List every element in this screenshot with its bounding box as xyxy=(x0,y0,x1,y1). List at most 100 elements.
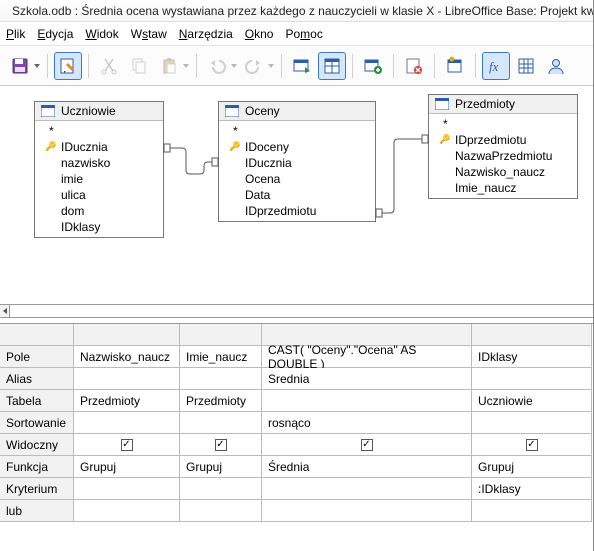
cell-funkcja-3[interactable]: Średnia xyxy=(262,456,472,478)
table-field[interactable]: IDklasy xyxy=(35,219,163,235)
window-title: Szkola.odb : Średnia ocena wystawiana pr… xyxy=(12,4,593,18)
cell-lub-1[interactable] xyxy=(74,500,180,522)
table-field[interactable]: Ocena xyxy=(219,171,375,187)
col-head-4[interactable] xyxy=(472,324,592,346)
col-head-1[interactable] xyxy=(74,324,180,346)
undo-dropdown[interactable] xyxy=(230,64,238,68)
menu-view[interactable]: Widok xyxy=(85,27,118,41)
design-view-button[interactable] xyxy=(318,52,346,80)
cell-lub-2[interactable] xyxy=(180,500,262,522)
menu-help[interactable]: Pomoc xyxy=(285,27,322,41)
table-field[interactable]: Data xyxy=(219,187,375,203)
paste-button[interactable] xyxy=(155,52,183,80)
menu-file[interactable]: Plik xyxy=(6,27,25,41)
rowhead-alias: Alias xyxy=(0,368,74,390)
menu-window[interactable]: Okno xyxy=(245,27,274,41)
menu-edit[interactable]: Edycja xyxy=(37,27,73,41)
table-field[interactable]: Nazwisko_naucz xyxy=(429,164,577,180)
relations-pane[interactable]: Uczniowie *🔑IDucznianazwiskoimieulicadom… xyxy=(0,86,593,304)
save-dropdown[interactable] xyxy=(33,64,41,68)
cell-alias-4[interactable] xyxy=(472,368,592,390)
cell-sort-3[interactable]: rosnąco xyxy=(262,412,472,434)
cell-funkcja-4[interactable]: Grupuj xyxy=(472,456,592,478)
cell-kryt-3[interactable] xyxy=(262,478,472,500)
rowhead-sortowanie: Sortowanie xyxy=(0,412,74,434)
copy-button[interactable] xyxy=(125,52,153,80)
rowhead-lub: lub xyxy=(0,500,74,522)
table-oceny[interactable]: Oceny *🔑IDocenyIDuczniaOcenaDataIDprzedm… xyxy=(218,101,376,222)
table-field[interactable]: * xyxy=(429,116,577,132)
table-field[interactable]: IDucznia xyxy=(219,155,375,171)
cell-sort-4[interactable] xyxy=(472,412,592,434)
cell-sort-1[interactable] xyxy=(74,412,180,434)
table-icon xyxy=(41,105,55,117)
user-button[interactable] xyxy=(542,52,570,80)
svg-text:fx: fx xyxy=(489,59,499,74)
table-field[interactable]: imie xyxy=(35,171,163,187)
edit-mode-button[interactable] xyxy=(54,52,82,80)
cell-kryt-1[interactable] xyxy=(74,478,180,500)
menubar: Plik Edycja Widok Wstaw Narzędzia Okno P… xyxy=(0,22,593,46)
table-przedmioty[interactable]: Przedmioty *🔑IDprzedmiotuNazwaPrzedmiotu… xyxy=(428,94,578,199)
rowhead-funkcja: Funkcja xyxy=(0,456,74,478)
table-field[interactable]: 🔑IDoceny xyxy=(219,139,375,155)
run-query-button[interactable] xyxy=(288,52,316,80)
cell-vis-3[interactable] xyxy=(262,434,472,456)
paste-dropdown[interactable] xyxy=(182,64,190,68)
redo-button[interactable] xyxy=(240,52,268,80)
corner-cell xyxy=(0,324,74,346)
new-query-button[interactable] xyxy=(441,52,469,80)
table-field[interactable]: Imie_naucz xyxy=(429,180,577,196)
cell-lub-4[interactable] xyxy=(472,500,592,522)
table-field[interactable]: NazwaPrzedmiotu xyxy=(429,148,577,164)
save-button[interactable] xyxy=(6,52,34,80)
table-icon xyxy=(225,105,239,117)
undo-button[interactable] xyxy=(203,52,231,80)
menu-insert[interactable]: Wstaw xyxy=(131,27,167,41)
cell-pole-2[interactable]: Imie_naucz xyxy=(180,346,262,368)
col-head-2[interactable] xyxy=(180,324,262,346)
functions-button[interactable]: fx xyxy=(482,52,510,80)
table-uczniowie[interactable]: Uczniowie *🔑IDucznianazwiskoimieulicadom… xyxy=(34,101,164,238)
cut-button[interactable] xyxy=(95,52,123,80)
cell-pole-3[interactable]: CAST( "Oceny"."Ocena" AS DOUBLE ) xyxy=(262,346,472,368)
clear-query-button[interactable] xyxy=(400,52,428,80)
cell-sort-2[interactable] xyxy=(180,412,262,434)
cell-kryt-4[interactable]: :IDklasy xyxy=(472,478,592,500)
toolbar: fx xyxy=(0,46,593,86)
cell-funkcja-1[interactable]: Grupuj xyxy=(74,456,180,478)
table-view-button[interactable] xyxy=(512,52,540,80)
table-field[interactable]: * xyxy=(219,123,375,139)
scroll-left-strip[interactable] xyxy=(0,304,593,318)
table-field[interactable]: 🔑IDucznia xyxy=(35,139,163,155)
cell-tabela-1[interactable]: Przedmioty xyxy=(74,390,180,412)
table-field[interactable]: 🔑IDprzedmiotu xyxy=(429,132,577,148)
cell-alias-2[interactable] xyxy=(180,368,262,390)
cell-tabela-4[interactable]: Uczniowie xyxy=(472,390,592,412)
cell-alias-3[interactable]: Srednia xyxy=(262,368,472,390)
menu-tools[interactable]: Narzędzia xyxy=(179,27,233,41)
table-field[interactable]: IDprzedmiotu xyxy=(219,203,375,219)
window-titlebar: Szkola.odb : Średnia ocena wystawiana pr… xyxy=(0,0,593,22)
table-title: Przedmioty xyxy=(455,97,515,111)
design-grid: Pole Nazwisko_naucz Imie_naucz CAST( "Oc… xyxy=(0,324,593,522)
cell-vis-1[interactable] xyxy=(74,434,180,456)
cell-vis-4[interactable] xyxy=(472,434,592,456)
cell-alias-1[interactable] xyxy=(74,368,180,390)
redo-dropdown[interactable] xyxy=(267,64,275,68)
cell-vis-2[interactable] xyxy=(180,434,262,456)
rowhead-tabela: Tabela xyxy=(0,390,74,412)
table-field[interactable]: dom xyxy=(35,203,163,219)
add-table-button[interactable] xyxy=(359,52,387,80)
cell-funkcja-2[interactable]: Grupuj xyxy=(180,456,262,478)
cell-pole-1[interactable]: Nazwisko_naucz xyxy=(74,346,180,368)
cell-tabela-3[interactable] xyxy=(262,390,472,412)
cell-lub-3[interactable] xyxy=(262,500,472,522)
cell-kryt-2[interactable] xyxy=(180,478,262,500)
cell-pole-4[interactable]: IDklasy xyxy=(472,346,592,368)
table-field[interactable]: * xyxy=(35,123,163,139)
cell-tabela-2[interactable]: Przedmioty xyxy=(180,390,262,412)
table-field[interactable]: ulica xyxy=(35,187,163,203)
table-field[interactable]: nazwisko xyxy=(35,155,163,171)
rowhead-pole: Pole xyxy=(0,346,74,368)
